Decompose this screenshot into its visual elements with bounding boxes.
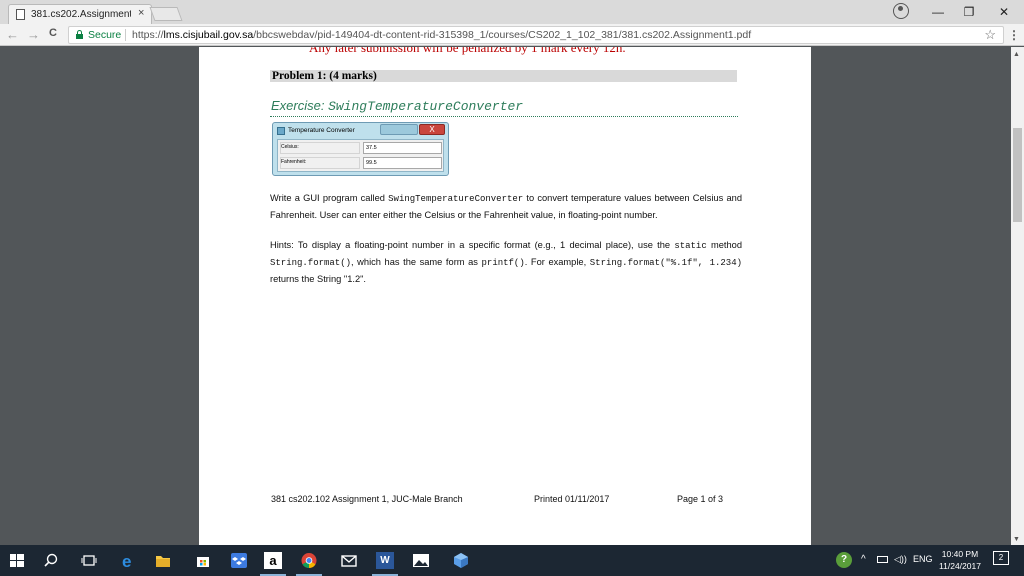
address-bar[interactable]: Secure https://lms.cisjubail.gov.sa/bbcs… [68,26,1004,44]
swing-content-pane: Celsius: 37.5 Fahrenheit: 99.5 [277,139,444,172]
help-icon[interactable]: ? [836,552,852,568]
footer-course: 381 cs202.102 Assignment 1, JUC-Male Bra… [271,494,463,504]
restore-button[interactable]: ❐ [959,2,979,22]
cube-icon [454,553,468,568]
edge-browser-button[interactable]: e [112,545,146,576]
mail-button[interactable] [332,545,366,576]
swing-window-screenshot: Temperature Converter X Celsius: 37.5 Fa… [272,122,449,176]
swing-min-max-buttons [380,124,418,135]
profile-icon[interactable] [893,3,909,19]
mail-icon [341,555,357,567]
url-text[interactable]: https://lms.cisjubail.gov.sa/bbcswebdav/… [132,29,751,41]
task-view-icon [81,555,97,566]
scrollbar[interactable] [1011,47,1024,545]
lock-icon [76,30,83,39]
tab-title: 381.cs202.Assignment1.p [31,9,131,20]
back-button[interactable]: ← [6,27,19,42]
store-bag-icon [197,557,209,567]
java-window-icon [277,127,285,135]
svg-text:e: e [122,552,131,569]
chrome-icon [301,553,317,568]
word-icon: W [376,552,394,569]
chrome-button[interactable] [292,545,326,576]
task-view-button[interactable] [72,545,106,576]
browser-menu-icon[interactable]: ⋮ [1008,28,1020,42]
forward-button[interactable]: → [27,27,40,42]
volume-icon[interactable]: ◁)) [894,554,907,565]
celsius-label: Celsius: [281,144,299,150]
footer-page-number: Page 1 of 3 [677,494,724,504]
word-button[interactable]: W [368,545,402,576]
dropbox-button[interactable] [222,545,256,576]
problem-heading: Problem 1: (4 marks) [270,70,737,82]
dropbox-icon [231,553,247,568]
footer-printed-date: Printed 01/11/2017 [534,494,610,504]
amazon-button[interactable]: a [256,545,290,576]
search-icon [44,553,58,567]
scrollbar-thumb[interactable] [1013,128,1022,222]
search-button[interactable] [34,545,68,576]
minimize-button[interactable]: — [928,2,948,22]
document-icon [16,9,25,20]
show-hidden-icons-icon[interactable]: ^ [861,554,866,565]
celsius-field: 37.5 [363,142,442,154]
description-paragraph: Write a GUI program called SwingTemperat… [270,193,742,220]
fahrenheit-label: Fahrenheit: [281,159,307,165]
windows-taskbar: e a W ? ^ ◁)) ENG 10:40 PM 11/24/2017 2 [0,545,1024,576]
store-button[interactable] [186,545,220,576]
folder-icon [156,556,170,567]
battery-icon[interactable] [877,556,888,563]
start-button[interactable] [0,545,34,576]
fahrenheit-field: 99.5 [363,157,442,169]
clock[interactable]: 10:40 PM 11/24/2017 [935,548,985,572]
exercise-title: Exercise: SwingTemperatureConverter [271,98,524,114]
action-center-icon[interactable]: 2 [993,551,1009,565]
secure-label: Secure [88,29,122,41]
file-explorer-button[interactable] [146,545,180,576]
pdf-page: Any later submission will be penalized b… [199,47,811,545]
close-window-button[interactable]: ✕ [994,2,1014,22]
tab-close-button[interactable]: × [138,7,144,19]
reload-button[interactable]: C [49,27,57,39]
address-divider [125,29,126,41]
browser-tab[interactable]: 381.cs202.Assignment1.p × [8,4,152,24]
bookmark-star-icon[interactable]: ☆ [984,27,996,43]
penalty-note: Any later submission will be penalized b… [309,47,626,55]
hints-paragraph: Hints: To display a floating-point numbe… [270,240,742,284]
exercise-underline [270,116,738,117]
swing-close-button: X [419,124,445,135]
new-tab-button[interactable] [149,7,183,21]
edge-icon: e [122,552,131,569]
language-indicator[interactable]: ENG [913,554,933,564]
scroll-down-arrow-icon[interactable]: ▼ [1013,536,1020,543]
amazon-icon: a [264,552,282,569]
windows-logo-icon [10,554,24,567]
3d-app-button[interactable] [444,545,478,576]
swing-window-title: Temperature Converter [288,127,355,134]
photos-button[interactable] [404,545,438,576]
photos-icon [413,554,429,567]
scroll-up-arrow-icon[interactable]: ▲ [1013,51,1020,58]
